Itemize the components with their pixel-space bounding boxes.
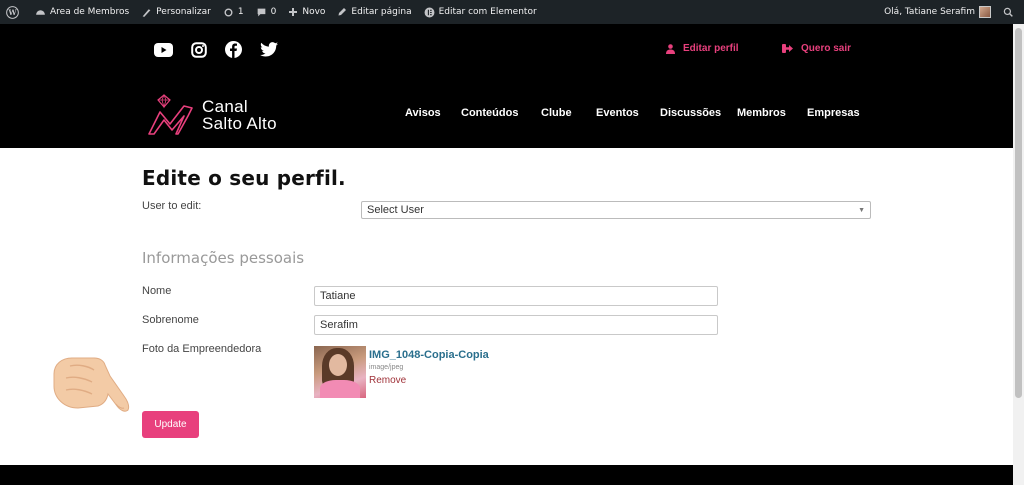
new-label: Novo — [302, 7, 326, 17]
high-heel-logo-icon — [148, 94, 193, 135]
youtube-icon[interactable] — [154, 40, 173, 59]
updates-link[interactable]: 1 — [217, 0, 250, 24]
user-select[interactable]: Select User ▼ — [361, 201, 871, 219]
pointing-hand-icon — [50, 352, 132, 418]
comments-count: 0 — [270, 7, 277, 17]
scrollbar[interactable] — [1013, 24, 1024, 485]
updates-icon — [224, 8, 233, 16]
twitter-icon[interactable] — [259, 40, 278, 59]
edit-profile-link[interactable]: Editar perfil — [666, 43, 739, 54]
edit-page-label: Editar página — [351, 7, 412, 17]
nome-field[interactable] — [314, 286, 718, 306]
elementor-icon — [424, 7, 435, 17]
comment-icon — [257, 8, 265, 16]
photo-file-type: image/jpeg — [369, 364, 404, 371]
edit-page-link[interactable]: Editar página — [331, 0, 417, 24]
social-links — [154, 40, 278, 59]
svg-text:W: W — [7, 8, 17, 17]
new-content-link[interactable]: Novo — [282, 0, 331, 24]
sobrenome-label: Sobrenome — [142, 314, 199, 326]
greeting-label: Olá, Tatiane Serafim — [884, 7, 975, 17]
customize-link[interactable]: Personalizar — [135, 0, 217, 24]
dashboard-icon — [36, 9, 45, 15]
scrollbar-thumb[interactable] — [1015, 28, 1022, 398]
site-logo[interactable]: Canal Salto Alto — [146, 94, 277, 136]
photo-file-name[interactable]: IMG_1048-Copia-Copia — [369, 349, 489, 361]
edit-profile-label: Editar perfil — [683, 43, 739, 54]
site-footer — [0, 465, 1013, 485]
nav-item-discussoes[interactable]: Discussões — [660, 107, 721, 119]
sign-out-icon — [782, 44, 793, 53]
edit-elementor-link[interactable]: Editar com Elementor — [418, 0, 543, 24]
nome-label: Nome — [142, 285, 172, 297]
admin-bar: W Area de Membros Personalizar 1 0 Novo … — [0, 0, 1024, 24]
brush-icon — [142, 8, 151, 17]
plus-icon — [289, 8, 298, 16]
nav-item-conteudos[interactable]: Conteúdos — [461, 107, 518, 119]
update-button[interactable]: Update — [142, 411, 199, 438]
wordpress-icon: W — [6, 5, 19, 19]
site-header: Editar perfil Quero sair Canal Salto Alt… — [0, 24, 1013, 148]
search-icon — [1003, 7, 1013, 17]
section-title: Informações pessoais — [142, 249, 305, 267]
site-name-link[interactable]: Area de Membros — [29, 0, 135, 24]
logo-line-2: Salto Alto — [202, 114, 277, 133]
remove-photo-link[interactable]: Remove — [369, 375, 406, 386]
customize-label: Personalizar — [156, 7, 211, 17]
avatar — [979, 6, 991, 18]
logout-label: Quero sair — [801, 43, 852, 54]
nav-item-eventos[interactable]: Eventos — [596, 107, 639, 119]
search-toggle[interactable] — [997, 0, 1024, 24]
wordpress-menu[interactable]: W — [0, 0, 29, 24]
site-name-label: Area de Membros — [50, 7, 130, 17]
my-account-link[interactable]: Olá, Tatiane Serafim — [878, 0, 997, 24]
nav-item-clube[interactable]: Clube — [541, 107, 572, 119]
page: W Area de Membros Personalizar 1 0 Novo … — [0, 0, 1024, 485]
user-select-value: Select User — [367, 204, 424, 216]
nav-item-empresas[interactable]: Empresas — [807, 107, 860, 119]
logo-line-1: Canal — [202, 97, 248, 116]
sobrenome-field[interactable] — [314, 315, 718, 335]
chevron-down-icon: ▼ — [858, 207, 865, 214]
user-icon — [666, 43, 675, 54]
page-title: Edite o seu perfil. — [142, 166, 346, 190]
nav-item-membros[interactable]: Membros — [737, 107, 786, 119]
profile-photo-thumbnail — [314, 346, 366, 398]
comments-link[interactable]: 0 — [250, 0, 283, 24]
edit-elementor-label: Editar com Elementor — [438, 7, 537, 17]
facebook-icon[interactable] — [224, 40, 243, 59]
pencil-icon — [338, 8, 347, 16]
nav-item-avisos[interactable]: Avisos — [405, 107, 441, 119]
user-to-edit-label: User to edit: — [142, 200, 202, 212]
foto-label: Foto da Empreendedora — [142, 343, 262, 355]
logo-text: Canal Salto Alto — [196, 98, 277, 132]
instagram-icon[interactable] — [189, 40, 208, 59]
logout-link[interactable]: Quero sair — [782, 43, 851, 54]
updates-count: 1 — [237, 7, 244, 17]
